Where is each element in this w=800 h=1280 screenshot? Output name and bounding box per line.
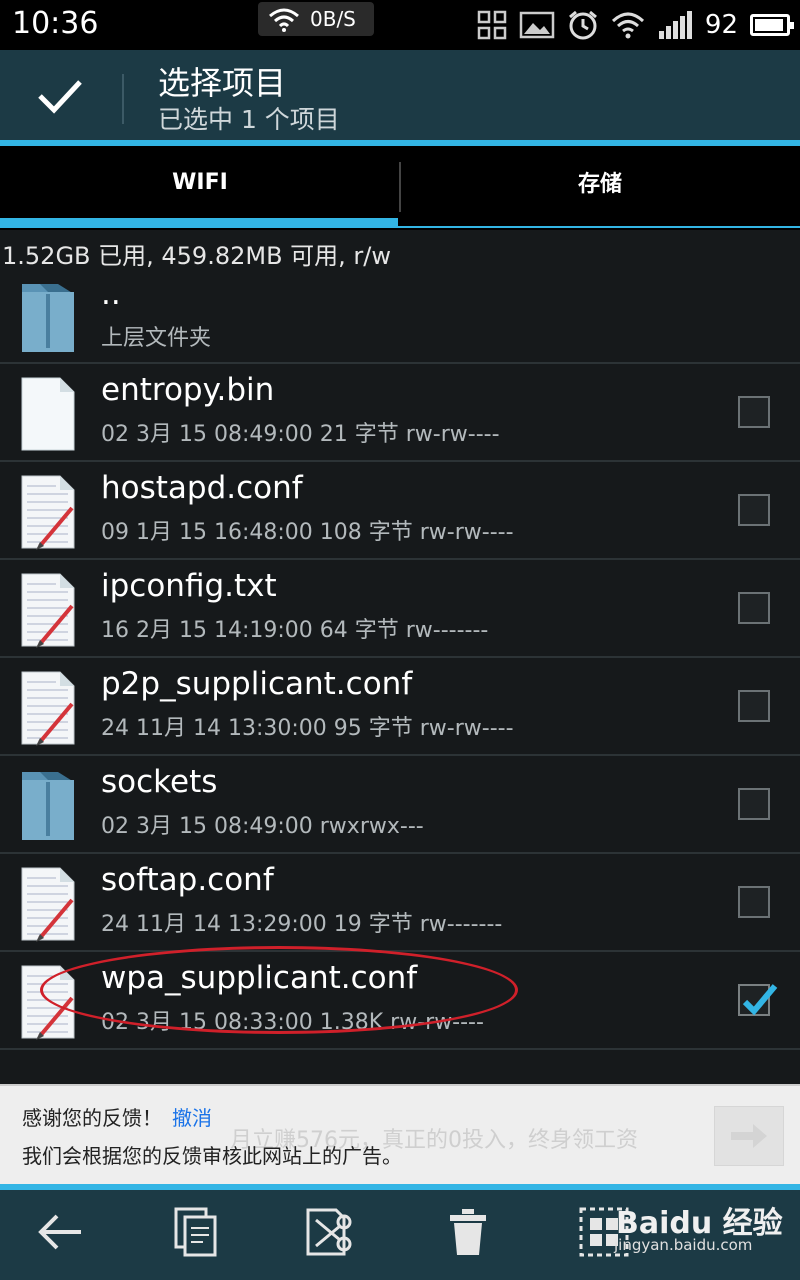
bottom-action-bar: Baidu 经验 jingyan.baidu.com (0, 1190, 800, 1280)
folder-icon (22, 772, 74, 840)
image-icon (519, 11, 555, 39)
file-meta: 02 3月 15 08:33:00 1.38K rw-rw---- (101, 1010, 484, 1035)
page-title: 选择项目 (158, 64, 287, 102)
feedback-title: 感谢您的反馈！ (22, 1106, 162, 1130)
file-meta: 24 11月 14 13:29:00 19 字节 rw------- (101, 912, 503, 937)
battery-percent: 92 (704, 10, 738, 40)
tab-wifi[interactable]: WIFI (0, 146, 400, 218)
file-name: p2p_supplicant.conf (101, 666, 413, 702)
select-checkbox[interactable] (738, 788, 770, 820)
list-item-file[interactable]: p2p_supplicant.conf 24 11月 14 13:30:00 9… (0, 658, 800, 756)
cut-button[interactable] (302, 1202, 362, 1262)
alarm-icon (568, 10, 597, 40)
selection-count: 已选中 1 个项目 (158, 105, 340, 134)
select-checkbox[interactable] (738, 494, 770, 526)
select-checkbox[interactable] (738, 592, 770, 624)
storage-info: 1.52GB 已用, 459.82MB 可用, r/w (2, 242, 392, 270)
file-list: .. 上层文件夹 entropy.bin 02 3月 15 08:49:00 2… (0, 268, 800, 1050)
ad-arrow-button[interactable] (714, 1106, 784, 1166)
file-name: sockets (101, 764, 218, 800)
check-tick-icon (742, 984, 778, 1016)
folder-icon (22, 284, 74, 352)
net-speed-text: 0B/S (310, 7, 356, 31)
selection-action-bar: 选择项目 已选中 1 个项目 (0, 50, 800, 142)
back-arrow-icon (38, 1214, 81, 1250)
tab-baseline (398, 226, 800, 228)
file-meta: 16 2月 15 14:19:00 64 字节 rw------- (101, 618, 489, 643)
select-checkbox[interactable] (738, 886, 770, 918)
select-checkbox-checked[interactable] (738, 984, 778, 1016)
file-name: softap.conf (101, 862, 274, 898)
blank-file-icon (21, 377, 75, 451)
signal-icon (658, 11, 692, 39)
list-item-parent-folder[interactable]: .. 上层文件夹 (0, 268, 800, 364)
file-name: ipconfig.txt (101, 568, 277, 604)
delete-button[interactable] (438, 1202, 498, 1262)
battery-level (755, 19, 783, 31)
file-meta: 上层文件夹 (101, 326, 212, 351)
feedback-message: 我们会根据您的反馈审核此网站上的广告。 (22, 1144, 402, 1168)
wifi-mini-icon (269, 8, 299, 32)
status-icons: 92 (477, 6, 794, 44)
cut-icon (306, 1208, 352, 1256)
back-button[interactable] (30, 1202, 90, 1262)
text-file-icon (21, 475, 75, 550)
net-speed-indicator: 0B/S (258, 2, 374, 36)
feedback-banner: 月立赚576元，真正的0投入，终身领工资 感谢您的反馈！ 撤消 我们会根据您的反馈… (0, 1084, 800, 1184)
wifi-icon (611, 12, 644, 39)
battery-icon (750, 14, 794, 36)
checkmark-icon (38, 80, 82, 114)
location-tabs: WIFI 存储 (0, 146, 800, 230)
text-file-icon (21, 671, 75, 746)
file-meta: 02 3月 15 08:49:00 rwxrwx--- (101, 814, 424, 839)
text-file-icon (21, 965, 75, 1040)
file-meta: 24 11月 14 13:30:00 95 字节 rw-rw---- (101, 716, 514, 741)
feedback-title-line: 感谢您的反馈！ 撤消 (22, 1102, 212, 1131)
list-item-folder[interactable]: sockets 02 3月 15 08:49:00 rwxrwx--- (0, 756, 800, 854)
tab-storage[interactable]: 存储 (400, 146, 800, 218)
copy-icon (174, 1207, 217, 1257)
action-bar-divider (122, 74, 124, 124)
file-name: .. (101, 276, 121, 312)
file-meta: 09 1月 15 16:48:00 108 字节 rw-rw---- (101, 520, 514, 545)
arrow-right-icon (731, 1124, 767, 1148)
undo-link[interactable]: 撤消 (172, 1106, 212, 1130)
file-name: hostapd.conf (101, 470, 303, 506)
list-item-file[interactable]: ipconfig.txt 16 2月 15 14:19:00 64 字节 rw-… (0, 560, 800, 658)
delete-icon (450, 1209, 486, 1255)
file-name: entropy.bin (101, 372, 275, 408)
text-file-icon (21, 867, 75, 942)
file-meta: 02 3月 15 08:49:00 21 字节 rw-rw---- (101, 422, 500, 447)
select-checkbox[interactable] (738, 396, 770, 428)
active-tab-indicator (0, 218, 398, 228)
list-item-file[interactable]: softap.conf 24 11月 14 13:29:00 19 字节 rw-… (0, 854, 800, 952)
list-item-file-selected[interactable]: wpa_supplicant.conf 02 3月 15 08:33:00 1.… (0, 952, 800, 1050)
text-file-icon (21, 573, 75, 648)
watermark-url: jingyan.baidu.com (614, 1236, 753, 1254)
status-bar: 10:36 0B/S 92 (0, 0, 800, 50)
list-item-file[interactable]: hostapd.conf 09 1月 15 16:48:00 108 字节 rw… (0, 462, 800, 560)
list-item-file[interactable]: entropy.bin 02 3月 15 08:49:00 21 字节 rw-r… (0, 364, 800, 462)
clock: 10:36 (12, 6, 99, 41)
copy-button[interactable] (166, 1202, 226, 1262)
select-checkbox[interactable] (738, 690, 770, 722)
file-name: wpa_supplicant.conf (101, 960, 418, 996)
confirm-selection-button[interactable] (0, 50, 120, 142)
qr-scan-icon (477, 10, 507, 40)
